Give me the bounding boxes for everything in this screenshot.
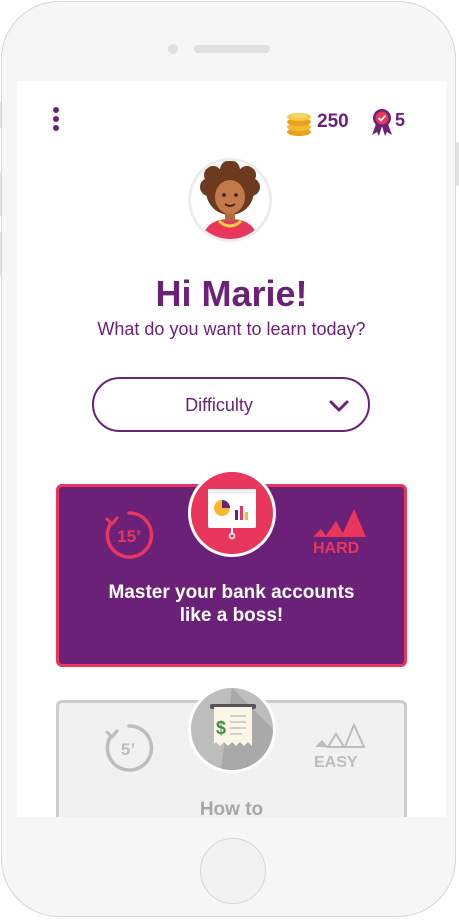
home-button[interactable] [200, 838, 266, 904]
phone-frame: 250 5 Hi Marie! What do you want to lear… [0, 1, 459, 917]
greeting-title: Hi Marie! [155, 273, 308, 314]
course-duration: 15’ [117, 527, 141, 546]
badges-count: 5 [395, 110, 406, 130]
award-ribbon-icon [372, 109, 392, 136]
presentation-chart-icon [208, 489, 256, 540]
coins-count: 250 [317, 111, 349, 132]
course-icon-badge [188, 469, 276, 557]
avatar[interactable] [188, 158, 272, 242]
course-card-title: How to [199, 799, 264, 817]
difficulty-label: EASY [314, 754, 358, 771]
greeting-subtitle: What do you want to learn today? [97, 319, 366, 339]
menu-dots-icon[interactable] [51, 107, 61, 133]
svg-text:$: $ [216, 718, 226, 738]
speaker-grille [194, 45, 270, 53]
difficulty-dropdown-label: Difficulty [185, 395, 253, 415]
difficulty-dropdown[interactable]: Difficulty [92, 377, 370, 432]
mute-switch [0, 102, 1, 128]
front-camera [168, 44, 178, 54]
course-card-title: Master your bank accounts like a boss! [108, 582, 355, 626]
coins-icon [287, 113, 311, 136]
user-avatar-illustration [200, 161, 260, 239]
course-duration: 5’ [121, 740, 135, 759]
difficulty-label: HARD [313, 540, 360, 557]
volume-down-button [0, 232, 1, 276]
course-icon-badge: $ [188, 685, 276, 773]
volume-up-button [0, 172, 1, 216]
receipt-dollar-icon: $ [210, 688, 273, 770]
timer-icon: 15’ [105, 511, 154, 559]
chevron-down-icon [329, 400, 349, 412]
app-screen: 250 5 Hi Marie! What do you want to lear… [17, 81, 446, 817]
timer-icon: 5’ [105, 724, 154, 772]
